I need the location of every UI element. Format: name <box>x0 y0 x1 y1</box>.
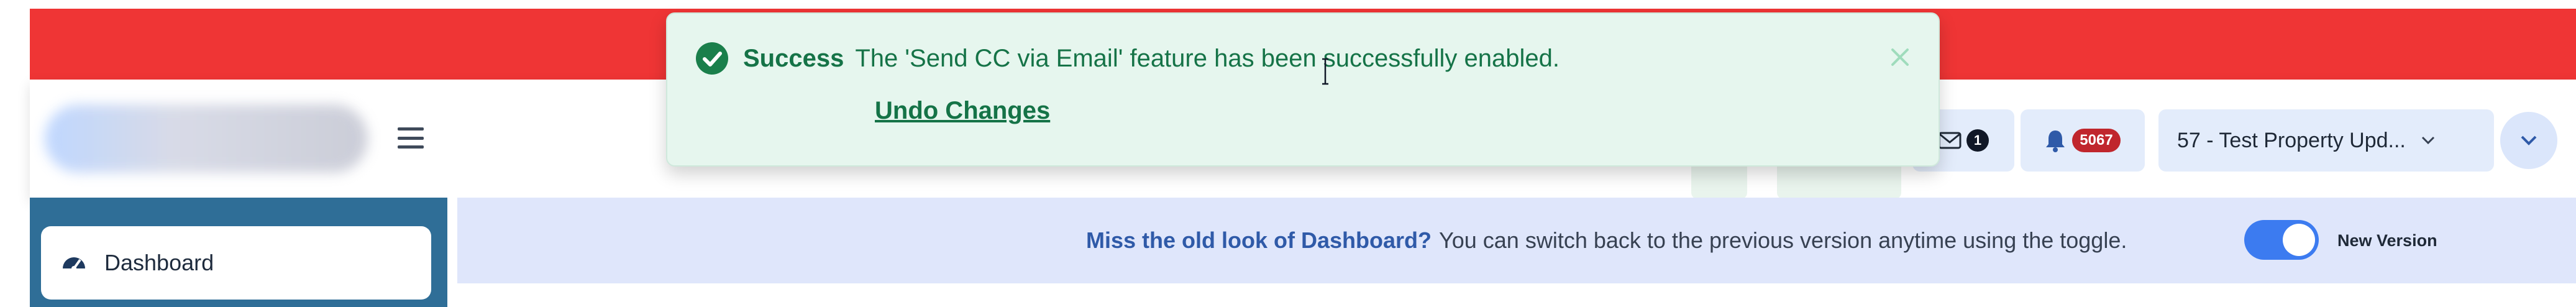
version-toggle-label: New Version <box>2337 231 2437 250</box>
property-selector-dropdown[interactable]: 57 - Test Property Upd... <box>2158 109 2494 172</box>
toast-text: Success The 'Send CC via Email' feature … <box>743 41 1560 76</box>
version-info-banner: Miss the old look of Dashboard? You can … <box>457 198 2576 283</box>
hamburger-menu-icon[interactable] <box>398 127 424 149</box>
page-left-edge <box>0 0 30 307</box>
undo-changes-link[interactable]: Undo Changes <box>875 97 1050 125</box>
dashboard-gauge-icon <box>63 257 85 271</box>
notification-count-badge: 5067 <box>2072 129 2121 152</box>
toast-title: Success <box>743 44 844 72</box>
property-selector-value: 57 - Test Property Upd... <box>2177 128 2406 152</box>
message-count-badge: 1 <box>1966 129 1989 152</box>
mail-icon <box>1938 132 1962 149</box>
version-info-text: Miss the old look of Dashboard? You can … <box>1086 198 2127 283</box>
toast-message: The 'Send CC via Email' feature has been… <box>855 44 1560 72</box>
close-icon[interactable] <box>1886 44 1914 71</box>
success-toast: Success The 'Send CC via Email' feature … <box>666 12 1940 167</box>
chevron-down-icon <box>2421 136 2434 145</box>
brand-logo[interactable] <box>45 104 368 173</box>
notifications-button[interactable]: 5067 <box>2021 109 2145 172</box>
text-cursor-icon <box>1322 58 1328 85</box>
version-info-message: You can switch back to the previous vers… <box>1439 227 2127 253</box>
version-toggle[interactable] <box>2244 220 2319 260</box>
user-menu-toggle-button[interactable] <box>2500 112 2557 169</box>
version-toggle-knob <box>2283 224 2315 256</box>
check-circle-icon <box>696 42 728 75</box>
chevron-down-icon <box>2521 135 2537 145</box>
bell-icon <box>2046 131 2065 152</box>
sidebar-item-dashboard[interactable]: Dashboard <box>41 226 431 300</box>
sidebar-item-label: Dashboard <box>104 250 214 275</box>
version-info-heading: Miss the old look of Dashboard? <box>1086 227 1432 253</box>
